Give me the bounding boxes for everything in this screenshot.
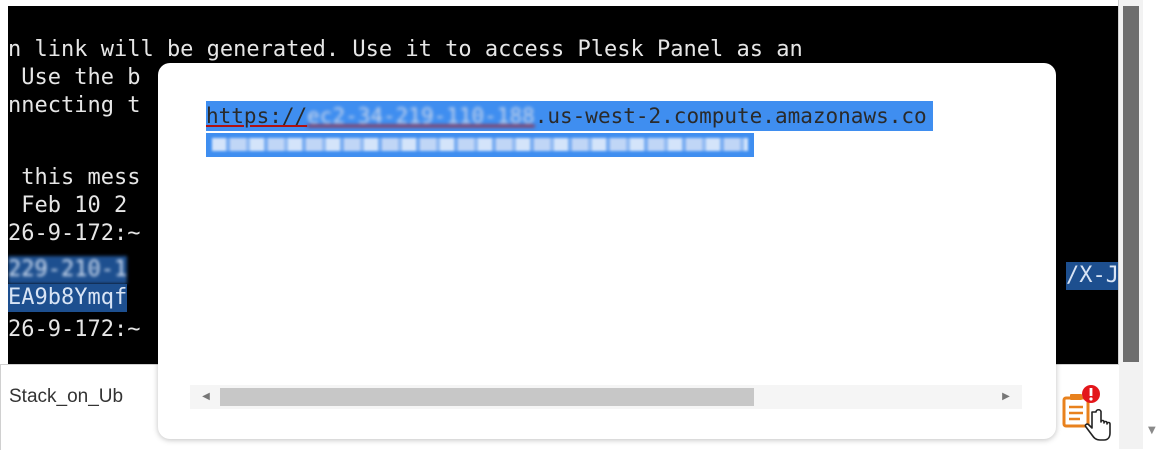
terminal-line-selected: EA9b8Ymqf xyxy=(8,284,128,312)
url-prefix: https:// xyxy=(206,104,308,128)
scroll-left-arrow-icon[interactable]: ◀ xyxy=(196,385,216,409)
url-text-redacted-line[interactable] xyxy=(206,133,754,157)
terminal-line-selected: 229-210-1 xyxy=(8,256,128,284)
redacted-text xyxy=(212,138,748,151)
url-suffix: .us-west-2.compute.amazonaws.co xyxy=(534,104,927,128)
scroll-down-arrow-icon[interactable]: ▼ xyxy=(1148,425,1156,436)
scroll-right-arrow-icon[interactable]: ▶ xyxy=(996,385,1016,409)
terminal-line: n link will be generated. Use it to acce… xyxy=(8,37,803,62)
window-scrollbar[interactable] xyxy=(1118,0,1143,449)
terminal-line: 26-9-172:~ xyxy=(8,221,141,246)
terminal-line: nnecting t xyxy=(8,93,141,118)
window-scrollbar-thumb[interactable] xyxy=(1123,6,1139,362)
clipboard-notes-icon[interactable] xyxy=(1058,384,1118,444)
terminal-line: Feb 10 2 xyxy=(8,193,128,218)
alert-badge-icon xyxy=(1082,385,1100,403)
horizontal-scrollbar-thumb[interactable] xyxy=(220,388,754,406)
url-dialog: https://ec2-34-219-110-188.us-west-2.com… xyxy=(158,63,1056,439)
file-tab[interactable]: Stack_on_Ub xyxy=(1,381,168,413)
terminal-line: 26-9-172:~ xyxy=(8,317,141,342)
url-host-redacted: ec2-34-219-110-188 xyxy=(307,104,535,128)
terminal-line: this mess xyxy=(8,165,141,190)
terminal-selected-tail: /X-J xyxy=(1066,262,1118,290)
horizontal-scrollbar[interactable]: ◀ ▶ xyxy=(190,385,1022,409)
terminal-line: Use the b xyxy=(8,65,141,90)
url-text-selected[interactable]: https://ec2-34-219-110-188.us-west-2.com… xyxy=(206,101,933,131)
